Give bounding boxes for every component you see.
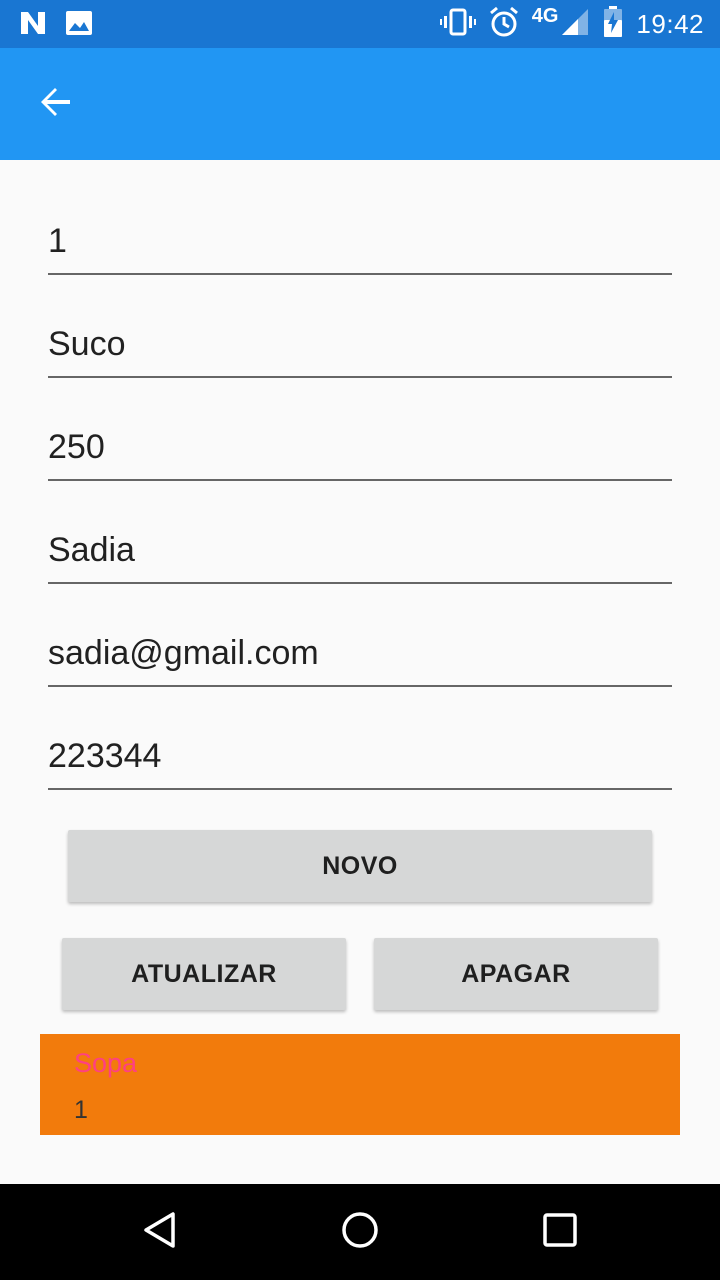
- status-bar: 4G 19:42: [0, 0, 720, 48]
- notification-n-icon: [18, 8, 48, 43]
- status-right-icons: 4G 19:42: [439, 0, 704, 48]
- code-field-container: [48, 211, 672, 275]
- new-button[interactable]: NOVO: [68, 830, 652, 902]
- email-field-container: [48, 623, 672, 687]
- vibrate-icon: [439, 7, 476, 42]
- recents-square-icon: [540, 1210, 580, 1255]
- alarm-icon: [488, 6, 520, 43]
- list-item[interactable]: Sopa 1: [40, 1034, 680, 1135]
- navigation-bar: [0, 1184, 720, 1280]
- phone-field[interactable]: [48, 726, 672, 786]
- phone-field-container: [48, 726, 672, 790]
- home-circle-icon: [340, 1210, 380, 1255]
- brand-field-container: [48, 520, 672, 584]
- list-item-name: Sopa: [74, 1048, 138, 1078]
- battery-charging-icon: [602, 5, 624, 43]
- delete-button[interactable]: APAGAR: [374, 938, 658, 1010]
- nav-recents-button[interactable]: [536, 1208, 584, 1256]
- status-left-icons: [18, 8, 94, 43]
- email-field[interactable]: [48, 623, 672, 683]
- product-name-field[interactable]: [48, 314, 672, 374]
- quantity-field[interactable]: [48, 417, 672, 477]
- arrow-back-icon: [38, 84, 74, 125]
- quantity-field-container: [48, 417, 672, 481]
- back-button[interactable]: [24, 72, 88, 136]
- code-field[interactable]: [48, 211, 672, 271]
- update-button[interactable]: ATUALIZAR: [62, 938, 346, 1010]
- image-icon: [64, 8, 94, 43]
- nav-back-button[interactable]: [136, 1208, 184, 1256]
- product-name-field-container: [48, 314, 672, 378]
- nav-home-button[interactable]: [336, 1208, 384, 1256]
- back-triangle-icon: [140, 1210, 180, 1255]
- list-item-quantity: 1: [74, 1096, 88, 1124]
- network-type: 4G: [531, 4, 559, 27]
- brand-field[interactable]: [48, 520, 672, 580]
- signal-icon: [560, 7, 590, 42]
- app-bar: [0, 48, 720, 160]
- status-time: 19:42: [636, 8, 704, 39]
